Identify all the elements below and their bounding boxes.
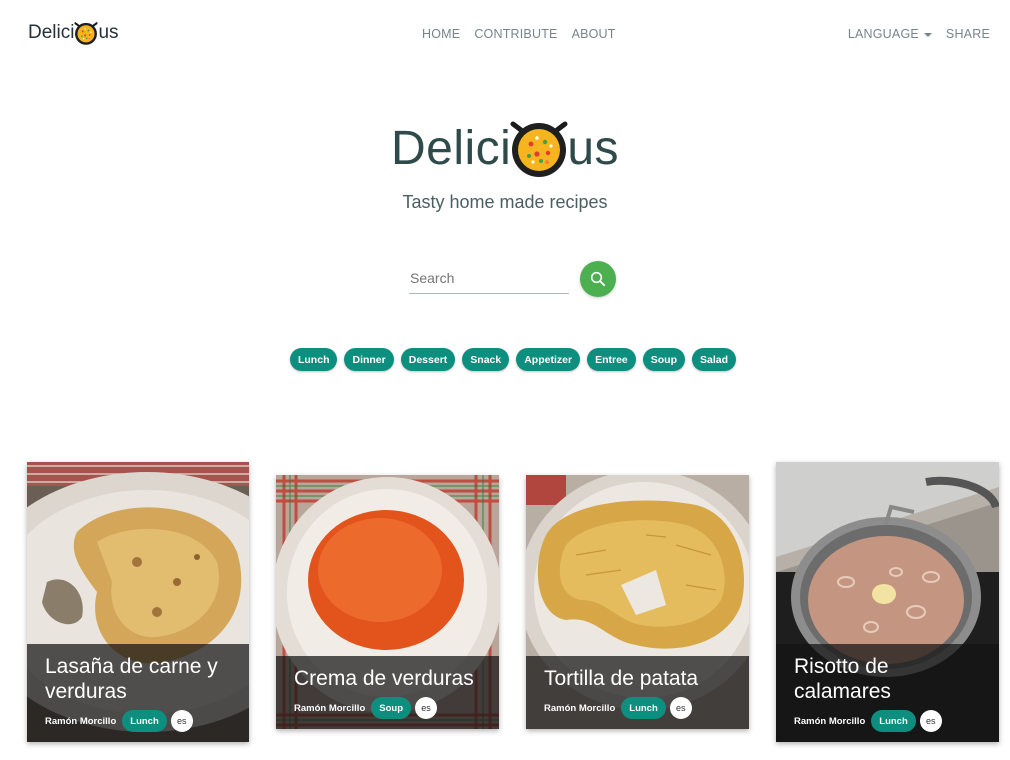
recipe-title: Risotto de calamares [794,655,891,703]
category-chip-soup[interactable]: Soup [642,348,685,371]
recipe-language-badge: es [415,697,438,719]
recipe-author: Ramón Morcillo [294,702,366,714]
recipe-author: Ramón Morcillo [794,715,866,727]
recipe-language-badge: es [919,710,942,732]
recipe-author: Ramón Morcillo [544,702,616,714]
hero-title-left: Delici [390,121,512,175]
top-navbar: Delici us HOME CONTRIBUTE ABOUT LANGUAGE… [0,0,1010,68]
recipe-card[interactable]: Crema de verduras Ramón Morcillo Soup es [276,475,499,729]
recipe-card-overlay: Crema de verduras Ramón Morcillo Soup es [276,656,499,729]
category-chip-salad[interactable]: Salad [692,348,737,371]
recipe-card-overlay: Lasaña de carne y verduras Ramón Morcill… [27,644,249,742]
recipe-category-tag[interactable]: Lunch [122,710,167,732]
recipe-card-overlay: Tortilla de patata Ramón Morcillo Lunch … [526,656,749,729]
category-chip-snack[interactable]: Snack [462,348,510,371]
main-nav: HOME CONTRIBUTE ABOUT [422,27,616,41]
search-button[interactable] [580,261,616,297]
brand-text-right: us [98,22,119,43]
paella-pan-icon [73,20,99,46]
category-chip-lunch[interactable]: Lunch [289,348,338,371]
language-label: LANGUAGE [847,27,919,41]
paella-pan-icon [507,116,571,180]
recipe-meta: Ramón Morcillo Soup es [294,697,487,719]
recipe-card[interactable]: Risotto de calamares Ramón Morcillo Lunc… [776,462,999,742]
hero-title-right: us [567,121,620,175]
recipe-category-tag[interactable]: Lunch [621,697,666,719]
recipe-meta: Ramón Morcillo Lunch es [544,697,737,719]
recipe-title: Crema de verduras [294,667,474,690]
category-chip-dessert[interactable]: Dessert [400,348,456,371]
recipe-card[interactable]: Tortilla de patata Ramón Morcillo Lunch … [526,475,749,729]
nav-about-link[interactable]: ABOUT [572,27,616,41]
recipe-category-tag[interactable]: Lunch [871,710,916,732]
brand-text-left: Delici [28,22,75,43]
recipe-meta: Ramón Morcillo Lunch es [45,710,237,732]
recipe-meta: Ramón Morcillo Lunch es [794,710,987,732]
nav-actions: LANGUAGE SHARE [848,27,990,41]
hero-subtitle: Tasty home made recipes [402,192,608,212]
recipe-card-overlay: Risotto de calamares Ramón Morcillo Lunc… [776,644,999,742]
category-chip-appetizer[interactable]: Appetizer [516,348,581,371]
recipe-language-badge: es [170,710,193,732]
search-bar [409,261,616,297]
recipe-title: Lasaña de carne y verduras [45,655,218,703]
hero-title: Delici us [0,116,1010,180]
recipe-card[interactable]: Lasaña de carne y verduras Ramón Morcill… [27,462,249,742]
language-dropdown[interactable]: LANGUAGE [848,27,932,41]
recipe-language-badge: es [669,697,692,719]
share-link[interactable]: SHARE [946,27,990,41]
nav-contribute-link[interactable]: CONTRIBUTE [474,27,557,41]
category-chip-entree[interactable]: Entree [587,348,636,371]
search-icon [590,271,606,287]
search-input[interactable] [409,262,569,294]
category-chip-dinner[interactable]: Dinner [344,348,394,371]
recipe-title: Tortilla de patata [544,667,699,690]
recipe-category-tag[interactable]: Soup [371,697,412,719]
category-chips: Lunch Dinner Dessert Snack Appetizer Ent… [0,348,1010,371]
nav-home-link[interactable]: HOME [422,27,460,41]
caret-down-icon [923,32,932,37]
brand-logo[interactable]: Delici us [28,20,119,46]
recipe-author: Ramón Morcillo [45,715,117,727]
